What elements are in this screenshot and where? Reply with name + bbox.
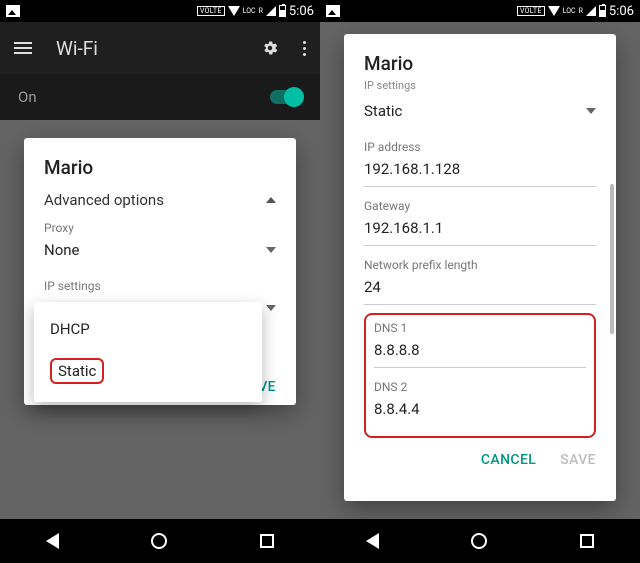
dns2-value: 8.8.4.4 [374,400,420,418]
gateway-label: Gateway [364,199,596,213]
ip-settings-value: Static [364,102,402,120]
ip-settings-label-cut: IP settings [364,79,596,92]
battery-icon [599,5,606,17]
cancel-button[interactable]: CANCEL [481,452,536,468]
recents-button[interactable] [260,534,274,548]
dropdown-item-dhcp[interactable]: DHCP [34,310,262,348]
signal-icon [266,6,276,16]
signal-icon [586,6,596,16]
proxy-select[interactable]: None [44,235,276,267]
advanced-options-label: Advanced options [44,191,164,209]
dns2-label: DNS 2 [374,380,586,394]
advanced-options-toggle[interactable]: Advanced options [44,191,276,209]
recents-button[interactable] [580,534,594,548]
dialog-actions: CANCEL SAVE [364,452,596,468]
volte-badge: VOLTE [197,6,225,16]
prefix-label: Network prefix length [364,258,596,272]
back-button[interactable] [46,533,59,549]
prefix-input[interactable]: 24 [364,272,596,305]
dns1-value: 8.8.8.8 [374,341,420,359]
roaming-indicator: R [259,7,263,15]
home-button[interactable] [471,533,487,549]
menu-icon[interactable] [14,42,32,54]
scroll-thumb[interactable] [610,184,614,334]
picture-icon [6,5,20,17]
ip-settings-dropdown: DHCP Static [34,302,262,402]
gear-icon[interactable] [261,39,279,57]
wifi-icon [548,6,560,16]
ip-address-label: IP address [364,140,596,154]
chevron-up-icon [266,197,276,203]
back-button[interactable] [366,533,379,549]
screenshot-left: VOLTE LOC R 5:06 Wi-Fi On Mario Advanced… [0,0,320,563]
static-callout: Static [50,358,104,384]
ip-address-input[interactable]: 192.168.1.128 [364,154,596,187]
battery-icon [279,5,286,17]
app-toolbar: Wi-Fi [0,22,320,74]
gateway-value: 192.168.1.1 [364,219,443,237]
dropdown-item-static[interactable]: Static [34,348,262,394]
wifi-enable-label: On [18,88,37,106]
proxy-label: Proxy [44,221,276,235]
wifi-enable-row: On [0,74,320,120]
screenshot-right: VOLTE LOC R 5:06 Mario IP settings Stati… [320,0,640,563]
dns1-input[interactable]: 8.8.8.8 [374,335,586,368]
overflow-icon[interactable] [303,41,306,56]
gateway-input[interactable]: 192.168.1.1 [364,213,596,246]
ip-settings-label: IP settings [44,279,276,293]
dialog-title: Mario [44,156,276,179]
loc-indicator: LOC [243,7,256,15]
dns2-input[interactable]: 8.8.4.4 [374,394,586,426]
ip-address-value: 192.168.1.128 [364,160,460,178]
dns-callout: DNS 1 8.8.8.8 DNS 2 8.8.4.4 [364,313,596,438]
proxy-value: None [44,241,80,259]
clock: 5:06 [609,4,634,19]
network-dialog: Mario IP settings Static IP address 192.… [344,34,616,501]
loc-indicator: LOC [563,7,576,15]
wifi-icon [228,6,240,16]
picture-icon [326,5,340,17]
ip-settings-select[interactable]: Static [364,96,596,128]
volte-badge: VOLTE [517,6,545,16]
dns1-label: DNS 1 [374,321,586,335]
toolbar-title: Wi-Fi [56,37,237,60]
nav-bar [0,519,320,563]
prefix-value: 24 [364,278,381,296]
save-button[interactable]: SAVE [560,452,596,468]
clock: 5:06 [289,4,314,19]
home-button[interactable] [151,533,167,549]
dialog-title: Mario [364,52,596,75]
status-bar: VOLTE LOC R 5:06 [0,0,320,22]
nav-bar [320,519,640,563]
roaming-indicator: R [579,7,583,15]
status-bar: VOLTE LOC R 5:06 [320,0,640,22]
wifi-toggle[interactable] [270,90,302,104]
